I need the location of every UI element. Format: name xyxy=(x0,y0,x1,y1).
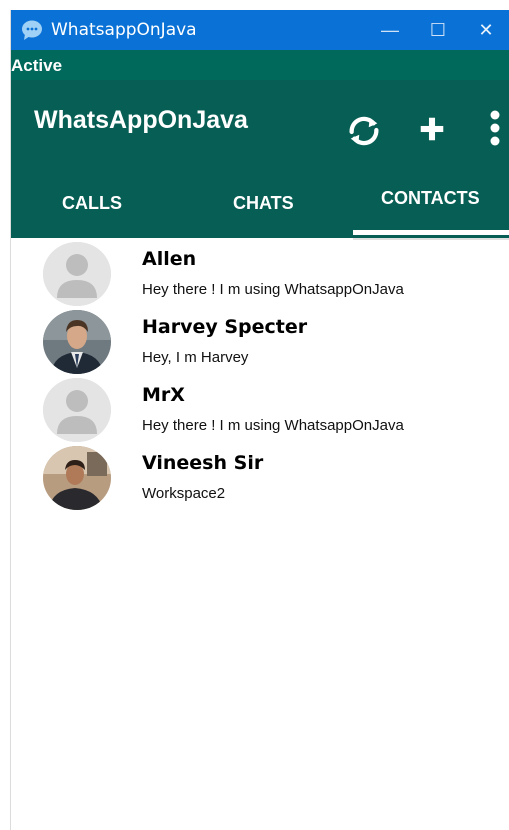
contact-status: Hey, I m Harvey xyxy=(142,349,249,366)
tab-calls[interactable]: CALLS xyxy=(62,193,122,214)
window-controls: — ☐ ✕ xyxy=(366,10,509,50)
contact-name: Vineesh Sir xyxy=(142,452,264,474)
close-button[interactable]: ✕ xyxy=(462,10,509,50)
default-avatar xyxy=(43,378,111,442)
tab-indicator xyxy=(353,230,509,235)
contact-list: Allen Hey there ! I m using WhatsappOnJa… xyxy=(11,240,509,512)
contact-status: Hey there ! I m using WhatsappOnJava xyxy=(142,281,404,298)
profile-photo xyxy=(43,310,111,374)
default-avatar xyxy=(43,242,111,306)
maximize-button[interactable]: ☐ xyxy=(414,10,462,50)
tab-chats[interactable]: CHATS xyxy=(233,193,294,214)
minimize-button[interactable]: — xyxy=(366,10,414,50)
contact-item-vineesh-sir[interactable]: Vineesh Sir Workspace2 xyxy=(11,444,509,512)
photo-avatar xyxy=(43,310,111,374)
contact-status: Hey there ! I m using WhatsappOnJava xyxy=(142,417,404,434)
person-silhouette-icon xyxy=(43,242,111,306)
contact-name: Allen xyxy=(142,248,197,270)
status-strip: Active xyxy=(11,50,509,80)
contact-item-mrx[interactable]: MrX Hey there ! I m using WhatsappOnJava xyxy=(11,376,509,444)
photo-avatar xyxy=(43,446,111,510)
app-header: WhatsAppOnJava CALLS CHATS CONTACTS xyxy=(11,80,509,238)
add-icon[interactable] xyxy=(419,116,445,142)
contact-item-harvey-specter[interactable]: Harvey Specter Hey, I m Harvey xyxy=(11,308,509,376)
refresh-icon[interactable] xyxy=(345,112,383,150)
contact-name: Harvey Specter xyxy=(142,316,308,338)
contact-item-allen[interactable]: Allen Hey there ! I m using WhatsappOnJa… xyxy=(11,240,509,308)
window-titlebar[interactable]: WhatsappOnJava — ☐ ✕ xyxy=(11,10,509,50)
more-vertical-icon[interactable] xyxy=(489,110,501,146)
chat-bubble-icon xyxy=(22,20,42,40)
contact-name: MrX xyxy=(142,384,185,406)
maximize-icon: ☐ xyxy=(429,19,447,40)
contact-status: Workspace2 xyxy=(142,485,226,502)
close-icon: ✕ xyxy=(478,19,494,40)
app-window: WhatsappOnJava — ☐ ✕ Active WhatsAppOnJa… xyxy=(10,10,509,830)
window-title: WhatsappOnJava xyxy=(51,20,197,40)
minimize-icon: — xyxy=(381,19,399,40)
status-label: Active xyxy=(11,56,63,75)
profile-photo xyxy=(43,446,111,510)
tab-contacts[interactable]: CONTACTS xyxy=(381,188,480,209)
app-name: WhatsAppOnJava xyxy=(34,106,248,134)
person-silhouette-icon xyxy=(43,378,111,442)
